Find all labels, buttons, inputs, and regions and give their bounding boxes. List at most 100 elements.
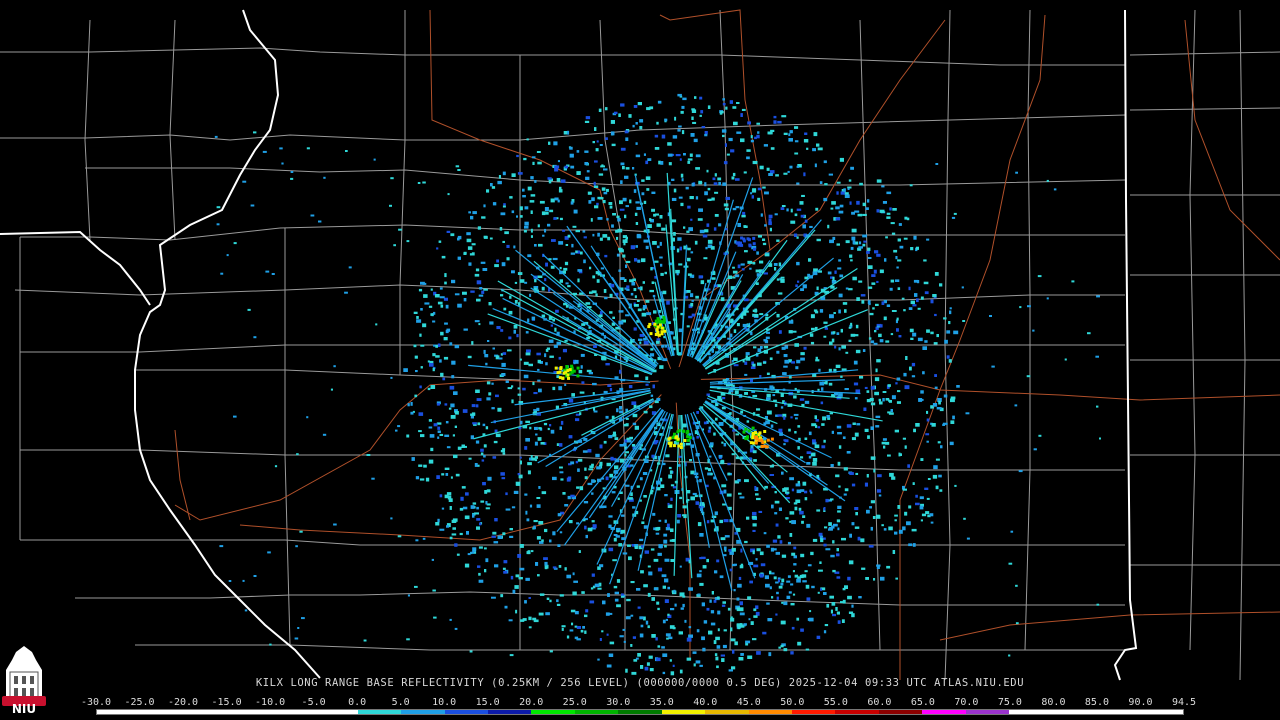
echo-pixel: [532, 381, 535, 386]
echo-pixel: [696, 629, 700, 633]
echo-pixel: [389, 204, 392, 207]
county-line: [1129, 51, 1280, 56]
echo-pixel: [588, 372, 593, 375]
echo-pixel: [963, 517, 966, 520]
echo-pixel: [446, 525, 449, 528]
echo-pixel: [457, 446, 462, 450]
colorbar-tick-label: -30.0: [80, 697, 112, 708]
echo-pixel: [556, 443, 559, 446]
echo-pixel: [745, 640, 751, 644]
echo-pixel: [714, 570, 718, 574]
echo-pixel: [537, 574, 540, 577]
echo-pixel: [632, 167, 635, 170]
echo-pixel: [498, 357, 503, 360]
echo-pixel: [872, 516, 876, 519]
echo-pixel: [802, 481, 807, 486]
echo-pixel: [620, 147, 626, 151]
colorbar-tick-label: 15.0: [475, 697, 500, 708]
echo-pixel: [592, 233, 595, 237]
echo-pixel: [814, 415, 817, 419]
echo-pixel: [639, 477, 643, 481]
echo-pixel: [833, 312, 836, 314]
echo-pixel: [418, 288, 423, 292]
echo-pixel: [537, 368, 540, 371]
echo-pixel: [843, 493, 847, 496]
echo-pixel: [938, 400, 941, 405]
echo-pixel: [965, 412, 970, 415]
echo-pixel: [698, 182, 702, 185]
echo-spoke: [706, 397, 832, 459]
echo-pixel: [852, 240, 856, 245]
echo-pixel: [725, 196, 730, 200]
echo-pixel: [642, 305, 647, 309]
echo-pixel: [457, 169, 461, 171]
echo-pixel: [778, 585, 783, 589]
echo-pixel: [809, 610, 812, 613]
echo-pixel: [920, 296, 924, 300]
echo-pixel: [423, 464, 427, 468]
county-line: [135, 369, 521, 381]
echo-pixel: [727, 275, 733, 279]
echo-pixel: [601, 630, 604, 633]
echo-pixel: [524, 206, 529, 210]
echo-pixel: [525, 352, 531, 356]
echo-pixel: [876, 253, 881, 257]
echo-pixel: [776, 239, 780, 242]
echo-pixel: [923, 259, 927, 262]
echo-pixel: [480, 500, 485, 503]
echo-pixel: [769, 385, 774, 390]
echo-pixel: [731, 666, 736, 670]
echo-pixel: [693, 138, 698, 143]
echo-pixel: [597, 658, 600, 661]
echo-pixel: [796, 617, 800, 621]
echo-pixel: [657, 567, 663, 572]
echo-pixel: [804, 219, 808, 223]
echo-pixel: [943, 394, 948, 398]
echo-pixel: [791, 361, 795, 364]
echo-pixel: [864, 428, 869, 432]
echo-pixel: [661, 426, 664, 430]
echo-pixel: [637, 287, 641, 290]
echo-pixel: [483, 204, 486, 208]
county-line: [20, 539, 1125, 546]
echo-pixel: [641, 521, 645, 524]
echo-pixel: [740, 653, 744, 656]
echo-pixel: [605, 107, 608, 111]
echo-pixel: [476, 398, 482, 401]
highway-line: [1184, 19, 1280, 261]
echo-pixel: [625, 205, 629, 208]
echo-pixel: [509, 295, 512, 299]
colorbar-swatch: [922, 710, 966, 714]
echo-pixel: [752, 160, 758, 165]
echo-pixel: [440, 372, 444, 377]
echo-pixel: [904, 385, 910, 390]
echo-pixel: [848, 288, 853, 291]
echo-pixel: [680, 607, 684, 610]
echo-pixel: [693, 663, 696, 667]
echo-spoke: [500, 288, 654, 372]
echo-pixel: [768, 652, 772, 657]
echo-pixel: [552, 318, 555, 322]
echo-pixel: [739, 601, 743, 606]
echo-pixel: [649, 405, 653, 409]
echo-pixel: [559, 217, 563, 221]
echo-pixel: [1018, 470, 1023, 473]
echo-pixel: [486, 397, 491, 401]
echo-pixel: [454, 411, 459, 415]
echo-pixel: [881, 301, 885, 305]
echo-pixel: [587, 191, 592, 195]
colorbar-tick-label: 10.0: [432, 697, 457, 708]
echo-pixel: [348, 266, 352, 269]
echo-pixel: [766, 372, 770, 375]
echo-pixel: [637, 308, 642, 312]
echo-pixel: [612, 213, 616, 216]
echo-pixel: [502, 171, 506, 176]
echo-pixel: [617, 218, 621, 222]
echo-pixel: [829, 314, 834, 319]
echo-pixel: [934, 374, 937, 377]
echo-pixel: [854, 334, 859, 337]
echo-pixel: [805, 584, 810, 589]
echo-pixel: [828, 528, 833, 531]
echo-pixel: [460, 496, 464, 501]
echo-pixel: [453, 454, 458, 459]
